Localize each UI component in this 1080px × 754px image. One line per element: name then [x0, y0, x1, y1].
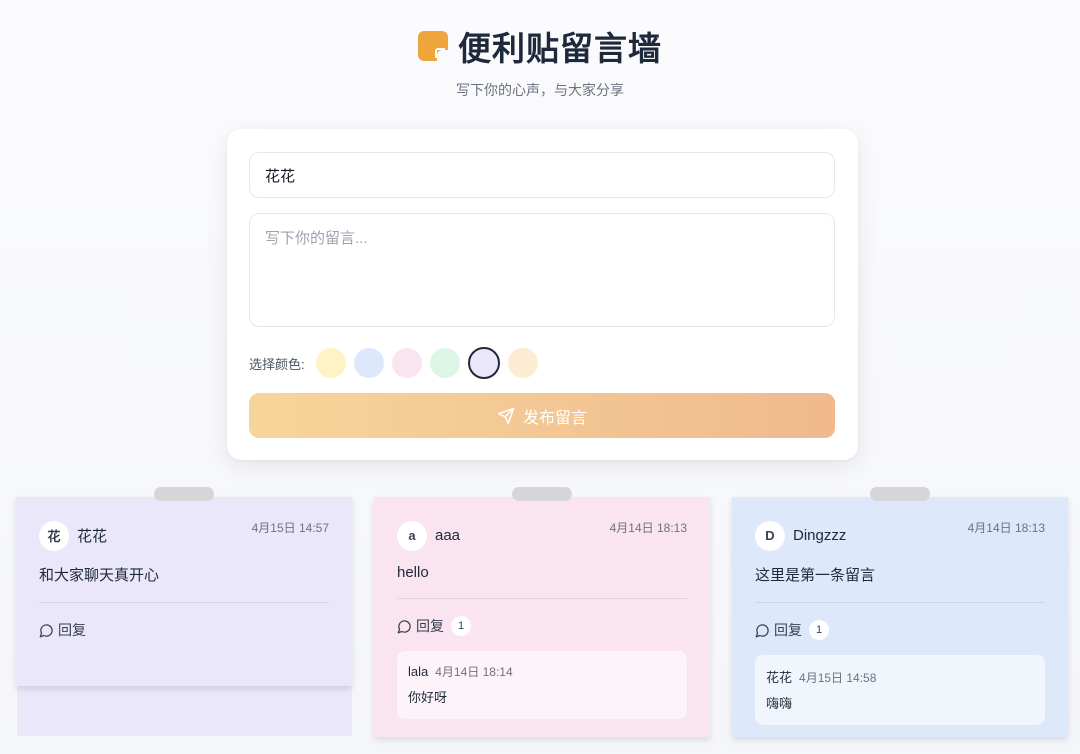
- divider: [397, 598, 687, 599]
- reply-item: 花花 4月15日 14:58 嗨嗨: [755, 655, 1045, 725]
- divider: [39, 602, 329, 603]
- reply-item: lala 4月14日 18:14 你好呀: [397, 651, 687, 719]
- note-time: 4月15日 14:57: [251, 521, 329, 535]
- message-input[interactable]: [249, 213, 835, 327]
- color-swatch-green[interactable]: [429, 348, 460, 378]
- reply-button[interactable]: 回复: [39, 620, 329, 640]
- reply-time: 4月15日 14:58: [799, 671, 877, 685]
- reply-text: 嗨嗨: [766, 696, 793, 711]
- reply-label: 回复: [416, 618, 444, 634]
- publish-button[interactable]: 发布留言: [249, 393, 835, 438]
- note-time: 4月14日 18:13: [609, 521, 687, 535]
- note-text: hello: [397, 564, 429, 581]
- reply-time: 4月14日 18:14: [435, 665, 513, 679]
- comment-icon: [755, 623, 769, 637]
- color-picker: 选择颜色:: [249, 347, 546, 379]
- reply-button[interactable]: 回复 1: [755, 620, 1045, 640]
- reply-author: lala: [408, 664, 429, 679]
- reply-label: 回复: [58, 622, 86, 638]
- note-header: D Dingzzz 4月14日 18:13: [755, 520, 1045, 551]
- reply-text: 你好呀: [408, 690, 448, 705]
- note-author: Dingzzz: [793, 527, 847, 544]
- tape-decoration: [154, 487, 214, 501]
- reply-meta: lala 4月14日 18:14: [408, 663, 676, 680]
- color-swatch-purple[interactable]: [467, 347, 500, 379]
- note-time: 4月14日 18:13: [967, 521, 1045, 535]
- note-card: D Dingzzz 4月14日 18:13 这里是第一条留言 回复 1 花花 4…: [732, 487, 1068, 737]
- divider: [755, 602, 1045, 603]
- page-title: 便利贴留言墙: [458, 30, 662, 67]
- reply-author: 花花: [766, 670, 793, 685]
- note-card: a aaa 4月14日 18:13 hello 回复 1 lala 4月14日 …: [374, 487, 710, 737]
- color-swatch-blue[interactable]: [353, 348, 384, 378]
- comment-icon: [39, 623, 53, 637]
- reply-meta: 花花 4月15日 14:58: [766, 667, 1034, 686]
- message-form: 选择颜色: 发布留言: [227, 129, 858, 460]
- page-header: 便利贴留言墙 写下你的心声，与大家分享: [0, 22, 1080, 100]
- send-icon: [497, 407, 515, 424]
- reply-button[interactable]: 回复 1: [397, 616, 687, 636]
- note-header: 花 花花 4月15日 14:57: [39, 520, 329, 551]
- note-text: 这里是第一条留言: [755, 567, 876, 584]
- tape-decoration: [870, 487, 930, 501]
- color-swatch-orange[interactable]: [507, 348, 538, 378]
- color-swatch-pink[interactable]: [391, 348, 422, 378]
- color-swatch-yellow[interactable]: [315, 348, 346, 378]
- note-card: 花 花花 4月15日 14:57 和大家聊天真开心 回复: [16, 487, 352, 686]
- avatar: 花: [39, 520, 69, 551]
- avatar: a: [397, 520, 427, 551]
- note-author: aaa: [435, 527, 461, 544]
- reply-label: 回复: [774, 622, 802, 638]
- note-text: 和大家聊天真开心: [39, 567, 160, 584]
- reply-count-badge: 1: [809, 620, 829, 640]
- comment-icon: [397, 619, 411, 633]
- tape-decoration: [512, 487, 572, 501]
- note-header: a aaa 4月14日 18:13: [397, 520, 687, 551]
- page-subtitle: 写下你的心声，与大家分享: [456, 82, 624, 98]
- color-label: 选择颜色:: [249, 356, 305, 372]
- avatar: D: [755, 520, 785, 551]
- title-row: 便利贴留言墙: [0, 22, 1080, 70]
- name-input[interactable]: [249, 152, 835, 198]
- note-author: 花花: [77, 528, 108, 545]
- publish-label: 发布留言: [522, 409, 587, 427]
- reply-count-badge: 1: [451, 616, 471, 636]
- sticky-note-icon: [418, 31, 448, 61]
